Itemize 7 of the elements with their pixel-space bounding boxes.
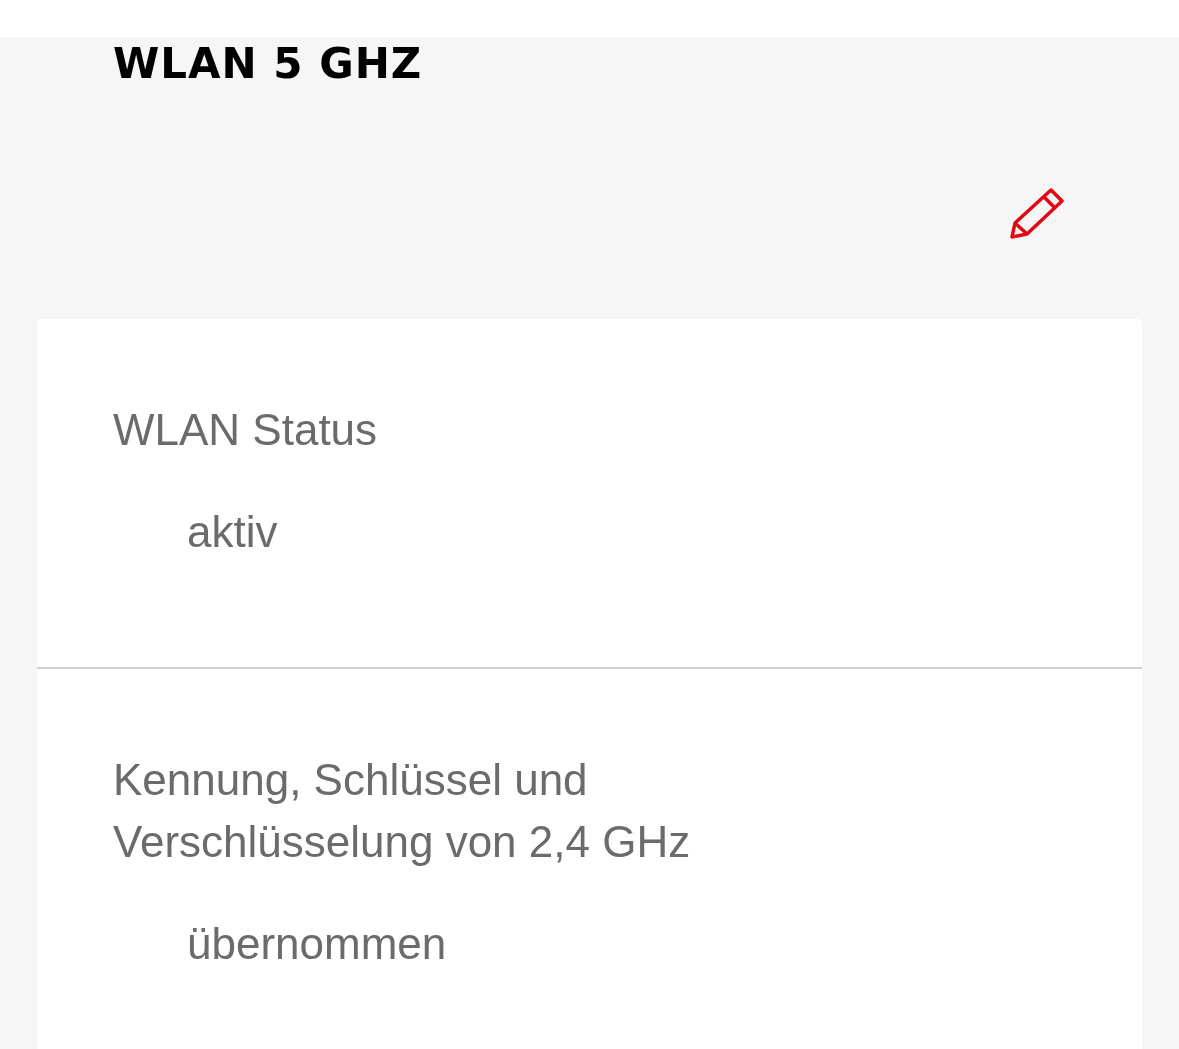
section-title: WLAN 5 GHZ — [113, 39, 423, 89]
setting-value: übernommen — [187, 918, 447, 970]
setting-label: Kennung, Schlüssel und Verschlüsselung von 2,4 GHz — [113, 754, 692, 868]
edit-button[interactable] — [1007, 185, 1067, 241]
setting-value: aktiv — [187, 506, 278, 558]
setting-label: WLAN Status — [113, 404, 379, 456]
pencil-icon — [1009, 186, 1065, 240]
